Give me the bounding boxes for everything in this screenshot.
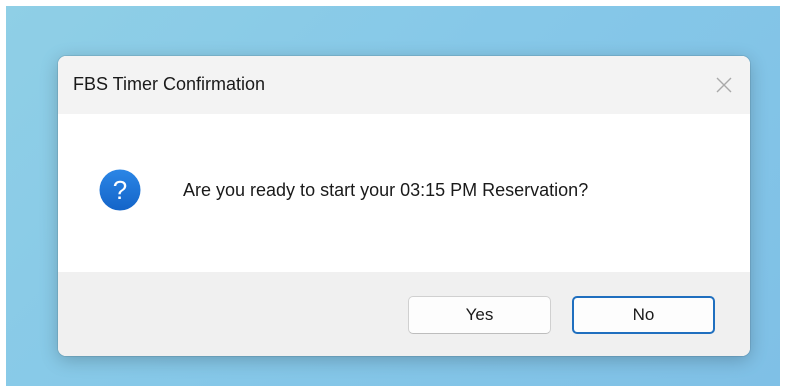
- desktop-background: FBS Timer Confirmation ? Are you ready t…: [6, 6, 780, 386]
- yes-button[interactable]: Yes: [408, 296, 551, 334]
- question-icon: ?: [99, 169, 141, 211]
- dialog-message: Are you ready to start your 03:15 PM Res…: [183, 180, 589, 200]
- svg-text:?: ?: [113, 175, 127, 205]
- dialog-content: ? Are you ready to start your 03:15 PM R…: [58, 114, 750, 272]
- dialog-titlebar: FBS Timer Confirmation: [58, 56, 750, 114]
- dialog-title: FBS Timer Confirmation: [73, 74, 266, 94]
- dialog-button-bar: Yes No: [58, 272, 750, 356]
- close-icon[interactable]: [712, 73, 736, 97]
- confirmation-dialog: FBS Timer Confirmation ? Are you ready t…: [58, 56, 750, 356]
- no-button[interactable]: No: [572, 296, 715, 334]
